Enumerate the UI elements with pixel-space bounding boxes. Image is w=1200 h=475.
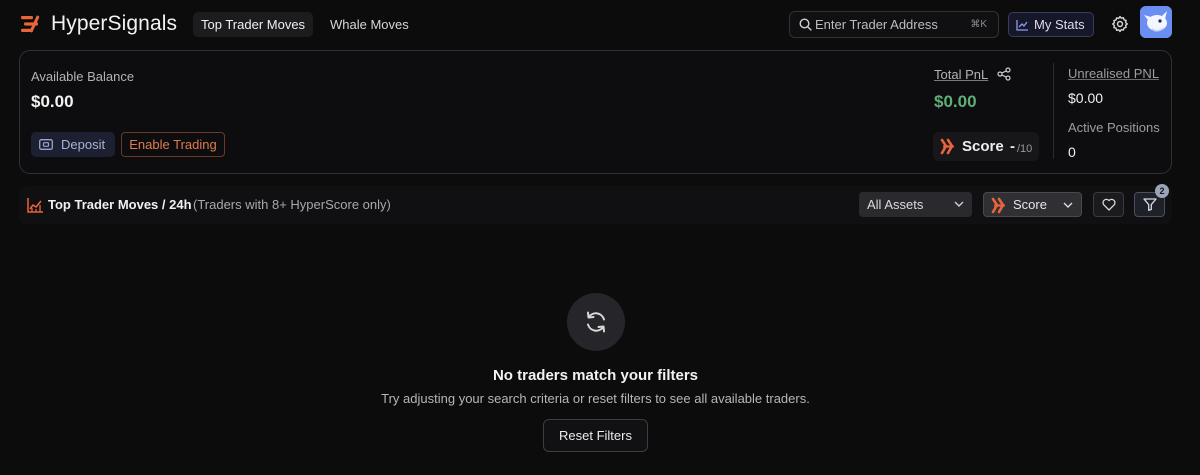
user-avatar[interactable]: [1140, 6, 1172, 38]
share-icon[interactable]: [997, 67, 1011, 81]
heart-icon: [1102, 198, 1116, 211]
my-stats-label: My Stats: [1034, 17, 1085, 32]
wallet-icon: [39, 139, 53, 150]
top-header: HyperSignals Top Trader Moves Whale Move…: [0, 0, 1200, 48]
score-value: -: [1010, 138, 1015, 155]
available-balance-value: $0.00: [31, 92, 74, 111]
tab-whale-moves[interactable]: Whale Moves: [322, 12, 417, 37]
unrealised-pnl-label[interactable]: Unrealised PNL: [1068, 66, 1159, 81]
section-title: Top Trader Moves / 24h: [48, 197, 192, 212]
gear-icon[interactable]: [1111, 15, 1129, 33]
assets-filter-value: All Assets: [867, 197, 924, 212]
active-positions-label: Active Positions: [1068, 120, 1160, 135]
brand-logo[interactable]: HyperSignals: [20, 12, 177, 36]
deposit-label: Deposit: [61, 137, 106, 152]
trending-chart-icon: [27, 198, 43, 213]
filter-icon: [1143, 198, 1157, 211]
total-pnl-label[interactable]: Total PnL: [934, 67, 988, 82]
tab-top-trader-moves[interactable]: Top Trader Moves: [193, 12, 314, 37]
enable-trading-button[interactable]: Enable Trading: [121, 132, 225, 157]
refresh-icon: [587, 311, 605, 333]
score-max: /10: [1017, 143, 1033, 155]
reset-filters-button[interactable]: Reset Filters: [543, 419, 648, 452]
favorites-button[interactable]: [1093, 192, 1124, 217]
hypersignals-logo-icon: [21, 15, 40, 33]
hyperscore-badge: Score - /10: [933, 132, 1039, 161]
total-pnl-value: $0.00: [934, 92, 977, 111]
assets-filter-select[interactable]: All Assets: [859, 192, 972, 217]
section-subtitle: (Traders with 8+ HyperScore only): [193, 197, 391, 212]
search-icon: [799, 18, 812, 31]
chart-icon: [1016, 19, 1028, 31]
card-divider: [1053, 63, 1054, 159]
active-filter-count-badge: 2: [1155, 184, 1169, 198]
search-shortcut-hint: ⌘K: [970, 19, 987, 30]
account-summary-card: Available Balance $0.00 Deposit Enable T…: [19, 50, 1172, 174]
score-label: Score: [962, 138, 1004, 155]
chevron-down-icon: [954, 201, 964, 207]
trader-search[interactable]: ⌘K: [789, 11, 999, 38]
sort-by-value: Score: [1013, 197, 1047, 212]
chevron-down-icon: [1063, 202, 1073, 208]
hyperscore-icon: [991, 197, 1006, 214]
hyperscore-icon: [940, 138, 955, 155]
search-input[interactable]: [815, 15, 965, 34]
top-trader-moves-toolbar: Top Trader Moves / 24h (Traders with 8+ …: [19, 184, 1172, 224]
unrealised-pnl-value: $0.00: [1068, 90, 1104, 106]
available-balance-label: Available Balance: [31, 69, 135, 84]
my-stats-button[interactable]: My Stats: [1008, 12, 1094, 37]
sort-by-select[interactable]: Score: [983, 192, 1082, 217]
active-positions-value: 0: [1068, 144, 1076, 160]
deposit-button[interactable]: Deposit: [31, 132, 115, 157]
avatar-image: [1140, 6, 1172, 38]
empty-state-description: Try adjusting your search criteria or re…: [381, 391, 810, 406]
empty-state-icon-circle: [567, 293, 625, 351]
brand-name: HyperSignals: [51, 12, 178, 35]
empty-state-title: No traders match your filters: [492, 367, 699, 384]
